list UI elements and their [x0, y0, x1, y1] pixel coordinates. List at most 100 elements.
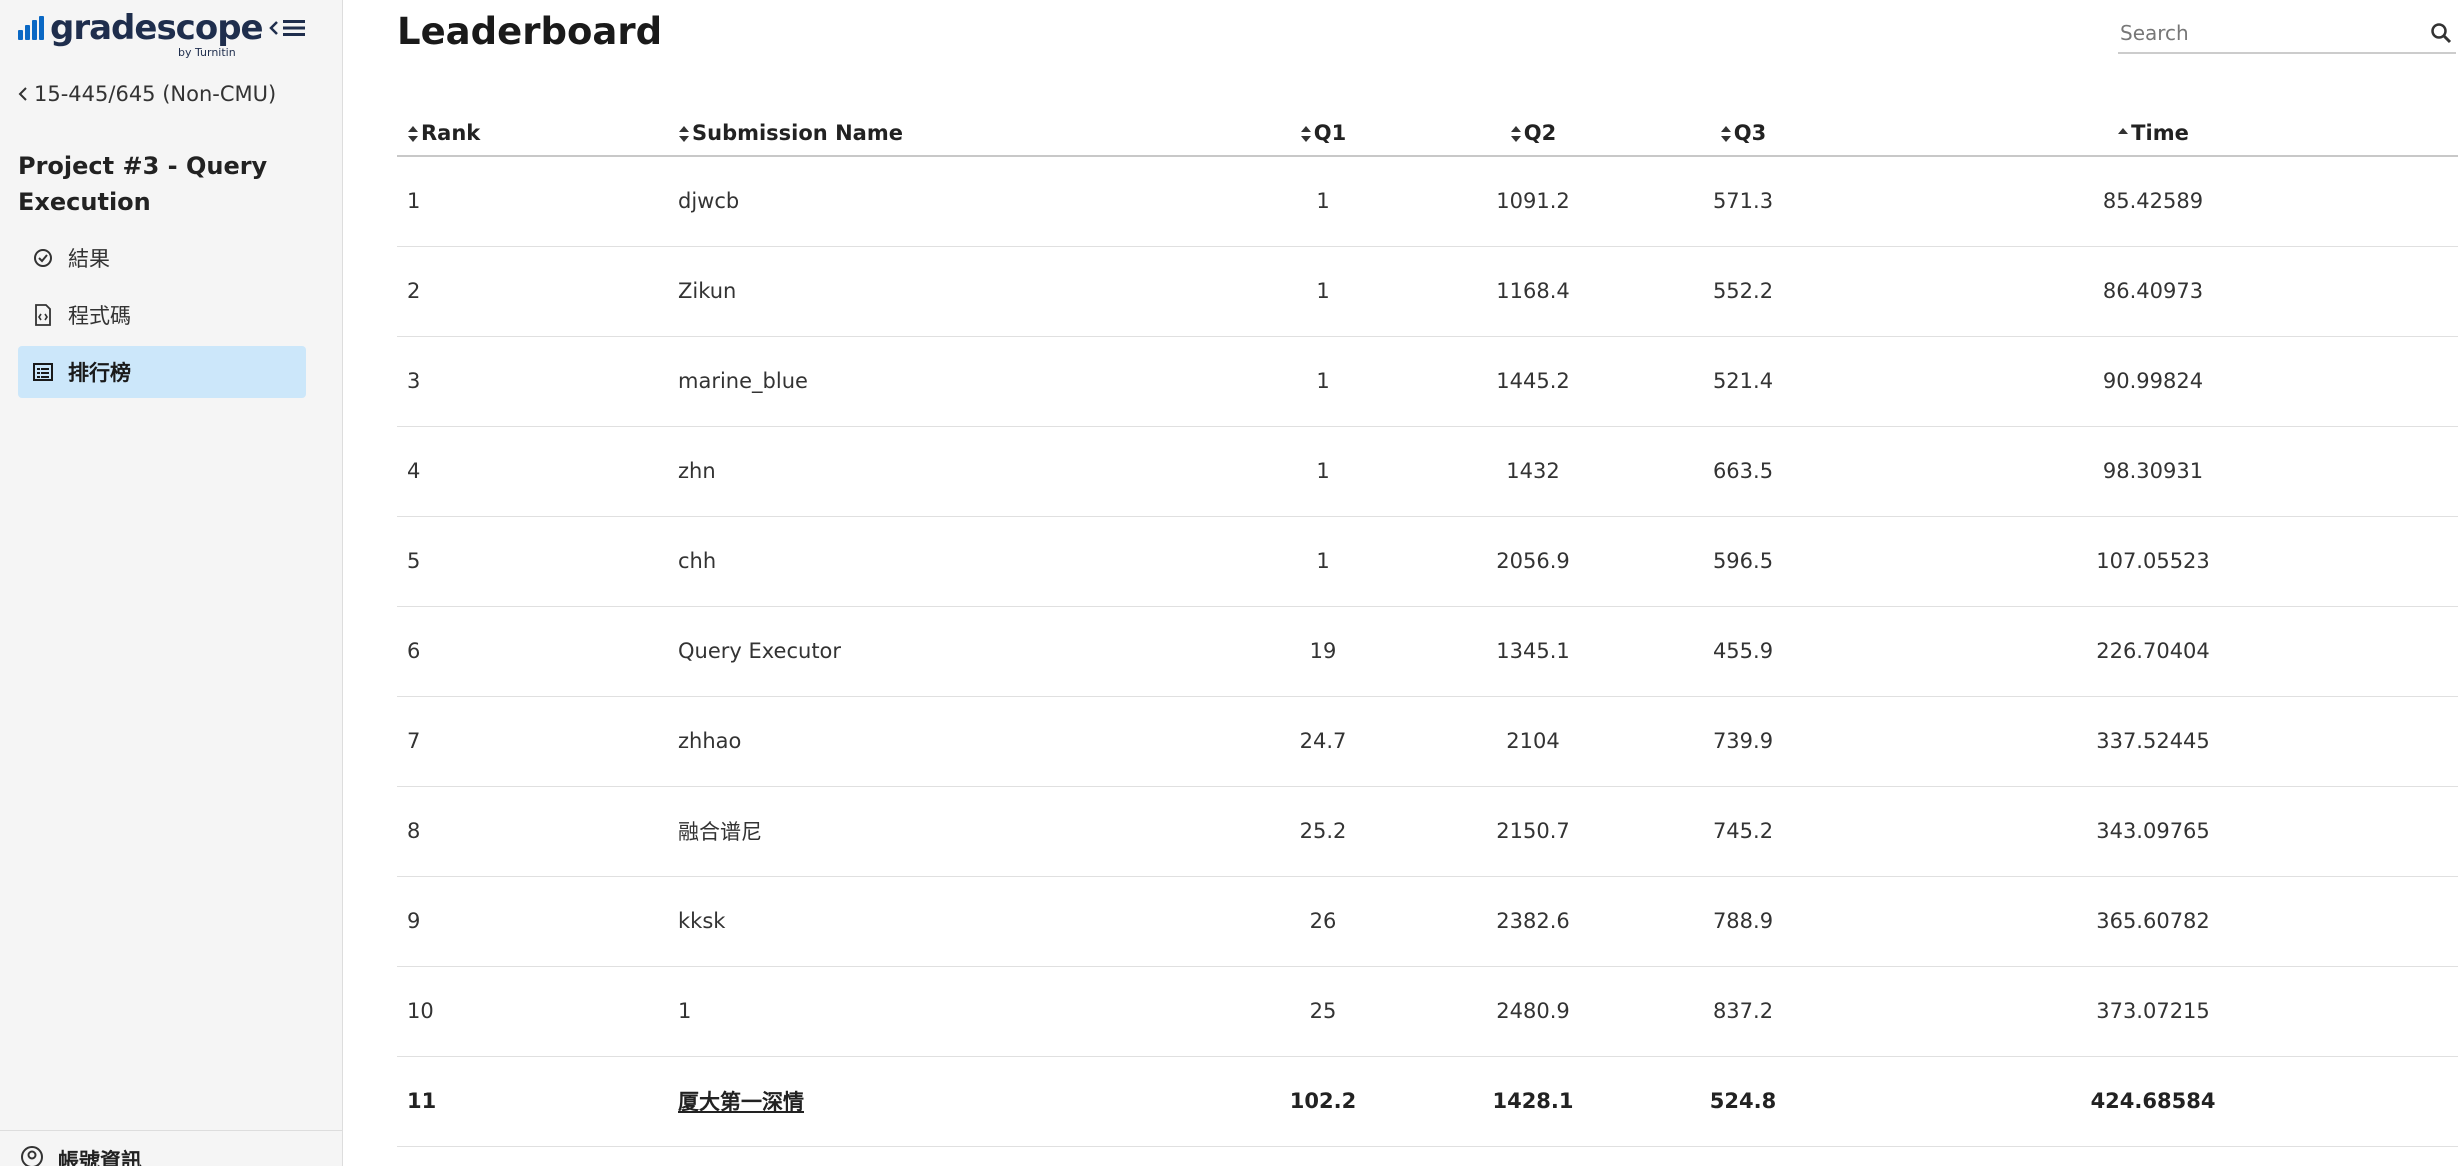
- nav-item-label: 排行榜: [68, 361, 131, 385]
- assignment-nav: 結果 程式碼 排行榜: [18, 232, 306, 403]
- q3-cell: 837.2: [1638, 966, 1848, 1057]
- search-input[interactable]: [2118, 15, 2408, 51]
- time-cell: 337.52445: [1848, 696, 2458, 787]
- nav-item-code[interactable]: 程式碼: [18, 289, 306, 341]
- table-row: 1 djwcb 1 1091.2 571.3 85.42589: [397, 156, 2458, 247]
- user-circle-icon: [21, 1146, 43, 1166]
- q1-cell: 1: [1218, 156, 1428, 247]
- assignment-title: Project #3 - Query Execution: [18, 152, 268, 216]
- q2-cell: 2382.6: [1428, 876, 1638, 967]
- search-box: [2118, 14, 2456, 54]
- q3-cell: 663.5: [1638, 426, 1848, 517]
- q1-cell: 25.2: [1218, 786, 1428, 877]
- table-row: 4 zhn 1 1432 663.5 98.30931: [397, 426, 2458, 517]
- logo-bars-icon: [18, 16, 46, 40]
- submission-name-cell: 融合谱尼: [668, 786, 1218, 877]
- q2-cell: 2056.9: [1428, 516, 1638, 607]
- submission-name-cell: marine_blue: [668, 336, 1218, 427]
- q3-cell: 788.9: [1638, 876, 1848, 967]
- q1-cell: 25: [1218, 966, 1428, 1057]
- table-row: 5 chh 1 2056.9 596.5 107.05523: [397, 516, 2458, 607]
- submission-name-cell: kksk: [668, 876, 1218, 967]
- logo-wordmark: gradescope: [50, 8, 264, 48]
- table-row: 3 marine_blue 1 1445.2 521.4 90.99824: [397, 336, 2458, 427]
- nav-item-label: 程式碼: [68, 304, 131, 328]
- q3-cell: 455.9: [1638, 606, 1848, 697]
- sort-both-icon: [1300, 125, 1311, 142]
- q3-cell: 571.3: [1638, 156, 1848, 247]
- sort-both-icon: [408, 125, 418, 142]
- q1-cell: 1: [1218, 246, 1428, 337]
- leaderboard-body: 1 djwcb 1 1091.2 571.3 85.42589 2 Zikun …: [397, 156, 2458, 1147]
- table-row: 8 融合谱尼 25.2 2150.7 745.2 343.09765: [397, 786, 2458, 877]
- q2-cell: 1168.4: [1428, 246, 1638, 337]
- rank-cell: 9: [397, 876, 668, 967]
- column-header-label: Q1: [1313, 120, 1347, 145]
- column-header-q1[interactable]: Q1: [1218, 110, 1428, 157]
- q2-cell: 2104: [1428, 696, 1638, 787]
- q2-cell: 1091.2: [1428, 156, 1638, 247]
- leaderboard-table: Rank Submission Name Q1 Q2 Q3 Time 1 djw…: [397, 110, 2458, 1147]
- q1-cell: 19: [1218, 606, 1428, 697]
- column-header-rank[interactable]: Rank: [397, 110, 668, 157]
- time-cell: 226.70404: [1848, 606, 2458, 697]
- sort-both-icon: [1510, 125, 1521, 142]
- table-row: 9 kksk 26 2382.6 788.9 365.60782: [397, 876, 2458, 967]
- time-cell: 107.05523: [1848, 516, 2458, 607]
- gradescope-logo[interactable]: gradescope by Turnitin: [18, 8, 308, 60]
- code-file-icon: [32, 304, 54, 326]
- column-header-time[interactable]: Time: [1848, 110, 2458, 157]
- sidebar: gradescope by Turnitin 15-445/645 (Non-C…: [0, 0, 343, 1166]
- column-header-q3[interactable]: Q3: [1638, 110, 1848, 157]
- logo-byline: by Turnitin: [178, 46, 236, 59]
- time-cell: 424.68584: [1848, 1056, 2458, 1147]
- time-cell: 373.07215: [1848, 966, 2458, 1057]
- column-header-submission-name[interactable]: Submission Name: [668, 110, 1218, 157]
- time-cell: 365.60782: [1848, 876, 2458, 967]
- q3-cell: 745.2: [1638, 786, 1848, 877]
- q1-cell: 102.2: [1218, 1056, 1428, 1147]
- submission-name-cell: Zikun: [668, 246, 1218, 337]
- own-submission-link[interactable]: 厦大第一深情: [678, 1090, 804, 1114]
- table-list-icon: [32, 361, 54, 383]
- submission-name-cell: zhhao: [668, 696, 1218, 787]
- q1-cell: 1: [1218, 516, 1428, 607]
- submission-name-cell: Query Executor: [668, 606, 1218, 697]
- search-icon[interactable]: [2430, 22, 2452, 44]
- sort-both-icon: [679, 125, 689, 142]
- q2-cell: 1428.1: [1428, 1056, 1638, 1147]
- chevron-left-icon: [18, 87, 27, 101]
- rank-cell: 11: [397, 1056, 668, 1147]
- collapse-sidebar-button[interactable]: [268, 14, 308, 42]
- column-header-label: Rank: [421, 120, 481, 145]
- q1-cell: 1: [1218, 336, 1428, 427]
- nav-item-results[interactable]: 結果: [18, 232, 306, 284]
- table-header-row: Rank Submission Name Q1 Q2 Q3 Time: [397, 110, 2458, 157]
- time-cell: 90.99824: [1848, 336, 2458, 427]
- rank-cell: 8: [397, 786, 668, 877]
- account-menu[interactable]: 帳號資訊: [0, 1130, 343, 1166]
- submission-name-cell: 1: [668, 966, 1218, 1057]
- q2-cell: 1345.1: [1428, 606, 1638, 697]
- nav-item-leaderboard[interactable]: 排行榜: [18, 346, 306, 398]
- table-row: 2 Zikun 1 1168.4 552.2 86.40973: [397, 246, 2458, 337]
- q2-cell: 1432: [1428, 426, 1638, 517]
- column-header-label: Time: [2131, 120, 2189, 145]
- account-menu-label: 帳號資訊: [58, 1149, 142, 1166]
- submission-name-cell: 厦大第一深情: [668, 1056, 1218, 1147]
- time-cell: 343.09765: [1848, 786, 2458, 877]
- q3-cell: 596.5: [1638, 516, 1848, 607]
- column-header-label: Q3: [1733, 120, 1767, 145]
- rank-cell: 2: [397, 246, 668, 337]
- column-header-label: Q2: [1523, 120, 1557, 145]
- q2-cell: 2150.7: [1428, 786, 1638, 877]
- time-cell: 85.42589: [1848, 156, 2458, 247]
- submission-name-cell: chh: [668, 516, 1218, 607]
- page-title: Leaderboard: [397, 10, 663, 53]
- column-header-q2[interactable]: Q2: [1428, 110, 1638, 157]
- sort-both-icon: [1720, 125, 1731, 142]
- q1-cell: 24.7: [1218, 696, 1428, 787]
- course-back-link[interactable]: 15-445/645 (Non-CMU): [18, 82, 276, 106]
- rank-cell: 4: [397, 426, 668, 517]
- own-submission-row: 11 厦大第一深情 102.2 1428.1 524.8 424.68584: [397, 1056, 2458, 1147]
